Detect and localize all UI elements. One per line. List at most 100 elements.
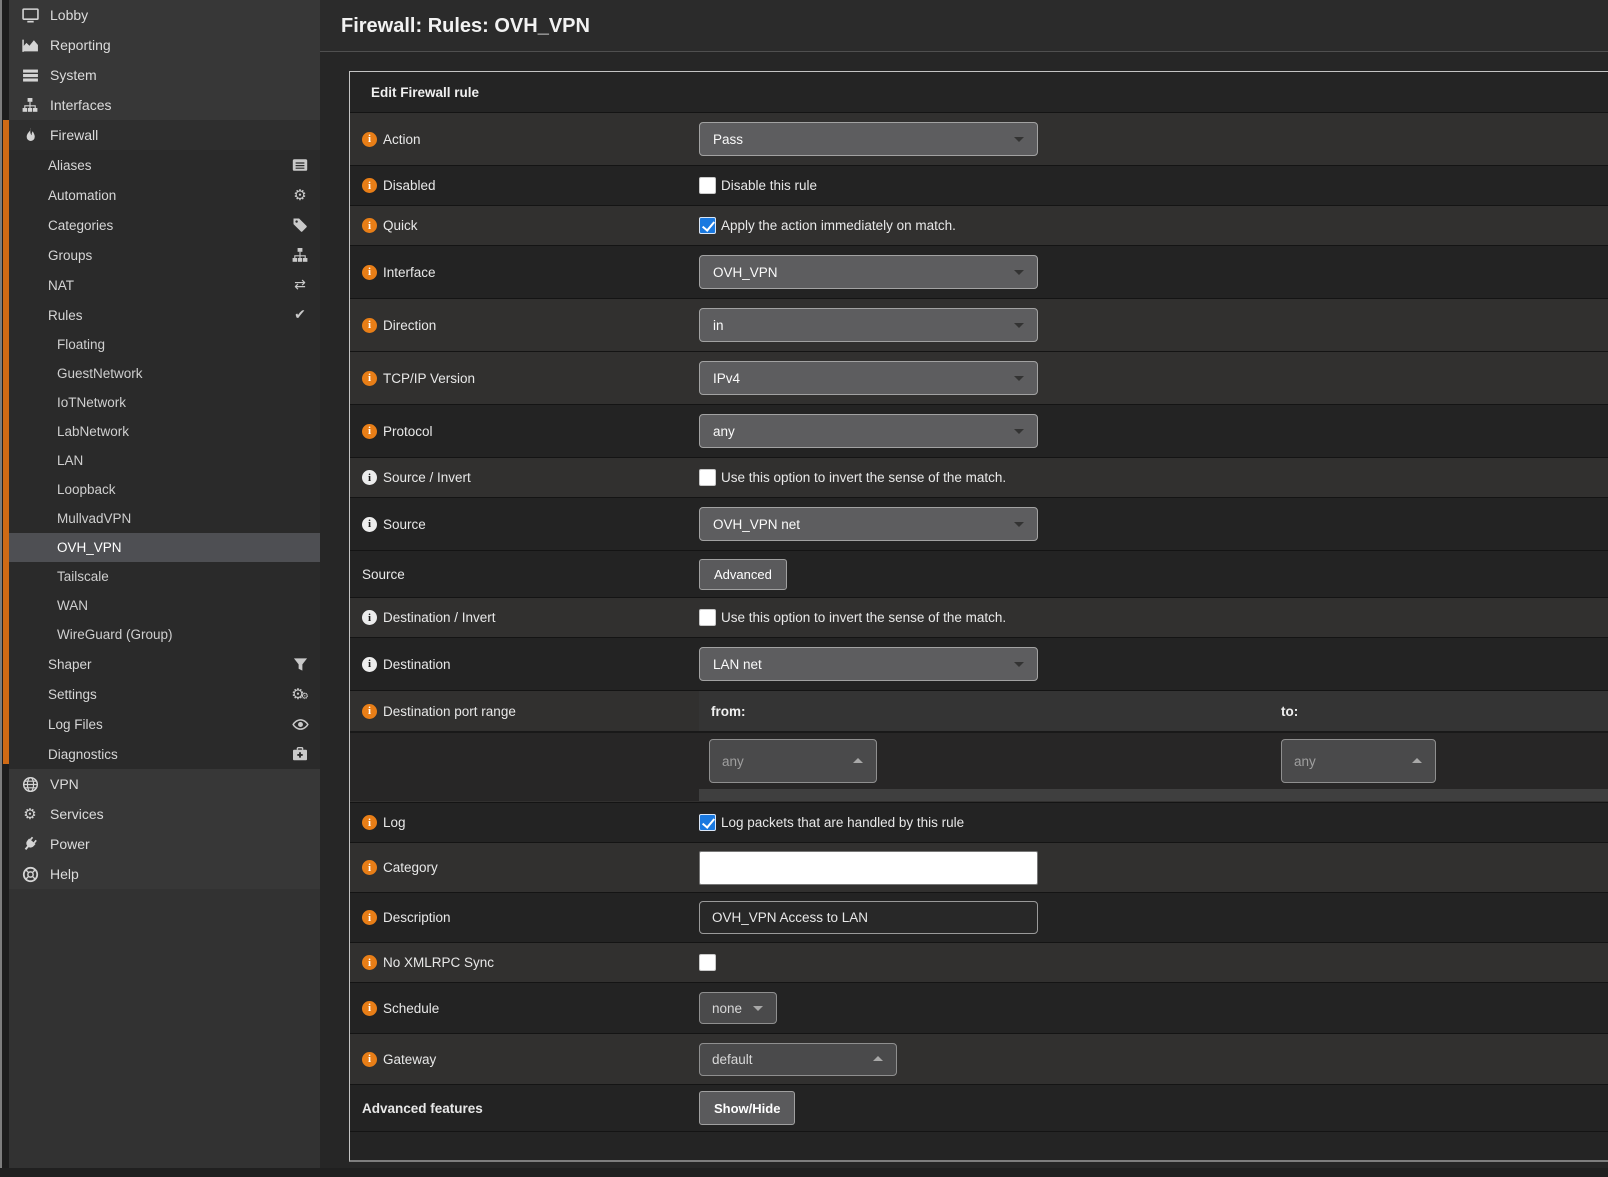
sidebar-item-settings[interactable]: Settings⚙⚙ [9, 679, 320, 709]
description-input[interactable] [699, 901, 1038, 934]
category-input[interactable] [699, 851, 1038, 885]
sidebar-item-iotnetwork[interactable]: IoTNetwork [9, 388, 320, 417]
action-select[interactable]: Pass [699, 122, 1038, 156]
port-range-wrap: iDestination port rangefrom:to:anyany [350, 691, 1608, 802]
tag-icon [290, 217, 310, 233]
sidebar-item-vpn[interactable]: VPN [9, 769, 320, 799]
label-cell-destination-invert: iDestination / Invert [350, 598, 699, 637]
info-icon: i [362, 1001, 377, 1016]
form-row-destination-invert: iDestination / InvertUse this option to … [350, 598, 1608, 638]
panel-title: Edit Firewall rule [350, 72, 1608, 113]
source-advanced-button[interactable]: Advanced [699, 559, 787, 590]
gateway-select-value: default [712, 1052, 753, 1067]
label-cell-source-advanced: Source [350, 551, 699, 597]
label-cell-quick: iQuick [350, 206, 699, 245]
quick-checkbox-label: Apply the action immediately on match. [721, 218, 956, 233]
row-label: No XMLRPC Sync [383, 955, 494, 970]
label-cell-destination: iDestination [350, 638, 699, 690]
label-cell-no-xmlrpc-sync: i No XMLRPC Sync [350, 943, 699, 982]
source-invert-checkbox[interactable] [699, 469, 716, 486]
gear-icon: ⚙ [21, 807, 39, 822]
disabled-checkbox[interactable] [699, 177, 716, 194]
sidebar-item-ovh-vpn[interactable]: OVH_VPN [9, 533, 320, 562]
info-icon: i [362, 1052, 377, 1067]
sidebar-item-nat[interactable]: NAT⇄ [9, 270, 320, 300]
sidebar-item-aliases[interactable]: Aliases [9, 150, 320, 180]
quick-checkbox[interactable] [699, 217, 716, 234]
destination-select-value: LAN net [713, 657, 762, 672]
gateway-select[interactable]: default [699, 1043, 897, 1076]
port-from-select[interactable]: any [709, 739, 877, 783]
sidebar-item-help[interactable]: Help [9, 859, 320, 889]
sidebar-item-lobby[interactable]: Lobby [9, 0, 320, 30]
destination-invert-checkbox[interactable] [699, 609, 716, 626]
row-label: Advanced features [362, 1101, 483, 1116]
sidebar-item-interfaces[interactable]: Interfaces [9, 90, 320, 120]
row-label: Destination / Invert [383, 610, 496, 625]
caret-down-icon [1014, 662, 1024, 667]
label-cell-gateway: iGateway [350, 1034, 699, 1084]
port-to-select[interactable]: any [1281, 739, 1436, 783]
sitemap-icon [21, 97, 39, 113]
ipversion-select[interactable]: IPv4 [699, 361, 1038, 395]
sidebar-item-power[interactable]: Power [9, 829, 320, 859]
protocol-select[interactable]: any [699, 414, 1038, 448]
sidebar-scrollbar[interactable] [0, 0, 9, 1177]
sidebar-item-tailscale[interactable]: Tailscale [9, 562, 320, 591]
sidebar-item-firewall[interactable]: Firewall [9, 120, 320, 150]
info-icon: i [362, 955, 377, 970]
caret-down-icon [1014, 137, 1024, 142]
sidebar-item-reporting[interactable]: Reporting [9, 30, 320, 60]
sitemap-icon [290, 247, 310, 263]
interface-select[interactable]: OVH_VPN [699, 255, 1038, 289]
log-checkbox[interactable] [699, 814, 716, 831]
sidebar-item-groups[interactable]: Groups [9, 240, 320, 270]
label-cell-schedule: iSchedule [350, 983, 699, 1033]
sidebar-item-automation[interactable]: Automation⚙ [9, 180, 320, 210]
sidebar-item-mullvadvpn[interactable]: MullvadVPN [9, 504, 320, 533]
control-cell-source: OVH_VPN net [699, 498, 1608, 550]
action-select-value: Pass [713, 132, 743, 147]
sidebar-item-categories[interactable]: Categories [9, 210, 320, 240]
sidebar-scrollbar-thumb[interactable] [0, 0, 2, 1168]
medkit-icon [290, 746, 310, 762]
sidebar-item-shaper[interactable]: Shaper [9, 649, 320, 679]
label-cell-disabled: iDisabled [350, 166, 699, 205]
form-row-source: iSourceOVH_VPN net [350, 498, 1608, 551]
schedule-select[interactable]: none [699, 992, 777, 1024]
source-select-value: OVH_VPN net [713, 517, 800, 532]
globe-icon [21, 776, 39, 793]
port-from-select-value: any [722, 754, 744, 769]
form-row-protocol: iProtocolany [350, 405, 1608, 458]
sidebar-item-lan[interactable]: LAN [9, 446, 320, 475]
sidebar-item-system[interactable]: System [9, 60, 320, 90]
direction-select[interactable]: in [699, 308, 1038, 342]
sidebar-item-wan[interactable]: WAN [9, 591, 320, 620]
port-range-controls: any any [699, 733, 1608, 789]
source-select[interactable]: OVH_VPN net [699, 507, 1038, 541]
horizontal-scrollbar[interactable] [0, 1168, 1608, 1177]
sidebar-item-services[interactable]: ⚙Services [9, 799, 320, 829]
label-cell-direction: iDirection [350, 299, 699, 351]
sidebar-item-floating[interactable]: Floating [9, 330, 320, 359]
sidebar-item-label: System [50, 67, 97, 83]
sidebar-item-log-files[interactable]: Log Files [9, 709, 320, 739]
destination-select[interactable]: LAN net [699, 647, 1038, 681]
no-xmlrpc-sync-checkbox[interactable] [699, 954, 716, 971]
sidebar-item-loopback[interactable]: Loopback [9, 475, 320, 504]
sidebar-item-wireguard-group[interactable]: WireGuard (Group) [9, 620, 320, 649]
caret-down-icon [1014, 522, 1024, 527]
sidebar-item-diagnostics[interactable]: Diagnostics [9, 739, 320, 769]
sidebar-item-rules[interactable]: Rules✔ [9, 300, 320, 330]
protocol-select-value: any [713, 424, 735, 439]
advanced-features-button[interactable]: Show/Hide [699, 1091, 795, 1125]
row-label: Source [383, 517, 426, 532]
caret-up-icon [853, 758, 863, 763]
sidebar-item-guestnetwork[interactable]: GuestNetwork [9, 359, 320, 388]
info-icon: i [362, 265, 377, 280]
sidebar-item-label: Log Files [48, 717, 103, 732]
control-cell-protocol: any [699, 405, 1608, 457]
sidebar-item-label: Aliases [48, 158, 92, 173]
control-cell-category [699, 843, 1608, 892]
sidebar-item-labnetwork[interactable]: LabNetwork [9, 417, 320, 446]
